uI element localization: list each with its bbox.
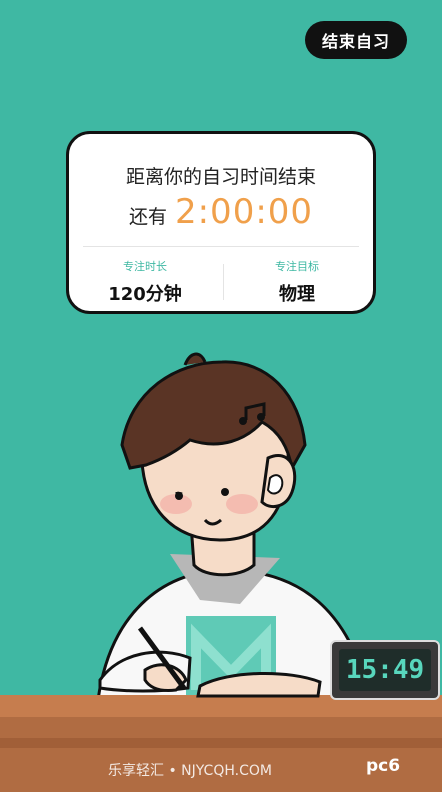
countdown-title: 距离你的自习时间结束 — [125, 166, 316, 188]
focus-duration-label: 专注时长 — [123, 260, 167, 273]
desk-clock-screen: 15:49 — [339, 649, 431, 691]
focus-goal-stat: 专注目标 物理 — [221, 258, 373, 306]
focus-duration-value: 120分钟 — [108, 284, 182, 305]
focus-goal-label: 专注目标 — [275, 260, 319, 273]
site-watermark: 乐享轻汇 • NJYCQH.COM — [108, 763, 272, 779]
countdown-row: 还有 2:00:00 — [69, 192, 373, 232]
end-study-button[interactable]: 结束自习 — [305, 21, 407, 59]
pc6-logo: pc6 — [366, 756, 401, 776]
countdown-timer: 2:00:00 — [174, 192, 314, 232]
desk-clock-time: 15:49 — [345, 655, 425, 685]
focus-goal-value: 物理 — [279, 284, 315, 305]
countdown-card: 距离你的自习时间结束 还有 2:00:00 专注时长 120分钟 专注目标 物理 — [66, 131, 376, 314]
countdown-prefix: 还有 — [128, 206, 167, 228]
focus-duration-stat: 专注时长 120分钟 — [69, 258, 221, 306]
card-divider — [83, 246, 359, 247]
study-illustration — [0, 352, 442, 792]
desk-clock: 15:49 — [330, 640, 440, 700]
